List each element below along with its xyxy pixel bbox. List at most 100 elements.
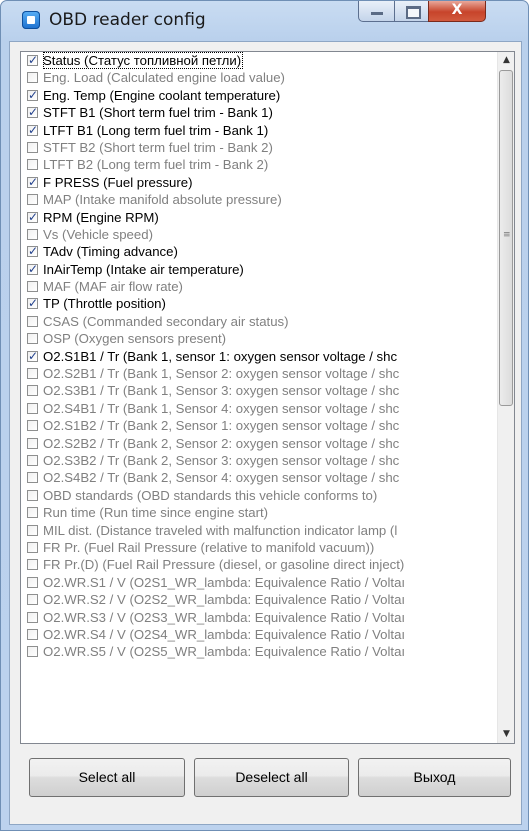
checkbox-unchecked-icon[interactable] — [27, 507, 38, 519]
checklist-item[interactable]: O2.WR.S3 / V (O2S3_WR_lambda: Equivalenc… — [21, 609, 495, 626]
checklist-item[interactable]: OSP (Oxygen sensors present) — [21, 330, 495, 347]
checklist-item[interactable]: O2.S3B2 / Tr (Bank 2, Sensor 3: oxygen s… — [21, 452, 495, 469]
pid-checklist[interactable]: Status (Статус топливной петли)Eng. Load… — [20, 51, 515, 744]
checklist-item[interactable]: O2.WR.S4 / V (O2S4_WR_lambda: Equivalenc… — [21, 626, 495, 643]
checklist-item-label: Vs (Vehicle speed) — [43, 226, 153, 242]
checkbox-unchecked-icon[interactable] — [27, 437, 38, 449]
checkbox-checked-icon[interactable] — [27, 52, 38, 69]
checklist-item[interactable]: Run time (Run time since engine start) — [21, 504, 495, 521]
checklist-item-label: Status (Статус топливной петли) — [43, 52, 244, 70]
checklist-item-label: Eng. Load (Calculated engine load value) — [43, 70, 285, 86]
checkbox-unchecked-icon[interactable] — [27, 559, 38, 571]
checklist-item-label: MAF (MAF air flow rate) — [43, 279, 183, 295]
checklist-item-label: O2.S3B1 / Tr (Bank 1, Sensor 3: oxygen s… — [43, 383, 400, 399]
select-all-button[interactable]: Select all — [29, 758, 185, 797]
checklist-item[interactable]: O2.S1B2 / Tr (Bank 2, Sensor 1: oxygen s… — [21, 417, 495, 434]
checklist-item[interactable]: STFT B1 (Short term fuel trim - Bank 1) — [21, 104, 495, 122]
minimize-icon — [371, 12, 383, 15]
checklist-item[interactable]: LTFT B1 (Long term fuel trim - Bank 1) — [21, 122, 495, 139]
checklist-item[interactable]: MAP (Intake manifold absolute pressure) — [21, 191, 495, 208]
checklist-item[interactable]: Vs (Vehicle speed) — [21, 226, 495, 243]
checklist-item[interactable]: STFT B2 (Short term fuel trim - Bank 2) — [21, 139, 495, 156]
checklist-item[interactable]: CSAS (Commanded secondary air status) — [21, 313, 495, 330]
checkbox-checked-icon[interactable] — [27, 243, 38, 261]
close-button[interactable]: X — [428, 1, 486, 22]
checklist-item[interactable]: O2.S2B2 / Tr (Bank 2, Sensor 2: oxygen s… — [21, 435, 495, 452]
checklist-item[interactable]: MIL dist. (Distance traveled with malfun… — [21, 522, 495, 539]
checkbox-checked-icon[interactable] — [27, 122, 38, 139]
checkbox-unchecked-icon[interactable] — [27, 228, 38, 240]
checklist-item[interactable]: F PRESS (Fuel pressure) — [21, 174, 495, 191]
scroll-down-arrow-icon[interactable]: ▼ — [498, 726, 514, 743]
checklist-item-label: RPM (Engine RPM) — [43, 209, 159, 225]
checkbox-unchecked-icon[interactable] — [27, 315, 38, 327]
checklist-item[interactable]: O2.WR.S2 / V (O2S2_WR_lambda: Equivalenc… — [21, 591, 495, 608]
app-icon[interactable] — [22, 11, 40, 29]
checkbox-checked-icon[interactable] — [27, 261, 38, 278]
checklist-item[interactable]: O2.S3B1 / Tr (Bank 1, Sensor 3: oxygen s… — [21, 382, 495, 399]
checklist-item-label: STFT B2 (Short term fuel trim - Bank 2) — [43, 139, 273, 155]
checkbox-unchecked-icon[interactable] — [27, 489, 38, 501]
checkbox-unchecked-icon[interactable] — [27, 576, 38, 588]
checkbox-unchecked-icon[interactable] — [27, 472, 38, 484]
checkbox-unchecked-icon[interactable] — [27, 159, 38, 171]
close-icon: X — [451, 2, 463, 18]
checkbox-unchecked-icon[interactable] — [27, 72, 38, 84]
checklist-item[interactable]: LTFT B2 (Long term fuel trim - Bank 2) — [21, 156, 495, 173]
checklist-item[interactable]: O2.WR.S5 / V (O2S5_WR_lambda: Equivalenc… — [21, 643, 495, 660]
checklist-item[interactable]: Eng. Temp (Engine coolant temperature) — [21, 87, 495, 104]
exit-button[interactable]: Выход — [358, 758, 511, 797]
checklist-item[interactable]: O2.S2B1 / Tr (Bank 1, Sensor 2: oxygen s… — [21, 365, 495, 382]
checklist-item-label: MIL dist. (Distance traveled with malfun… — [43, 522, 398, 538]
vertical-scrollbar[interactable]: ▲ ≡ ▼ — [497, 52, 514, 743]
checkbox-checked-icon[interactable] — [27, 209, 38, 226]
checklist-item[interactable]: MAF (MAF air flow rate) — [21, 278, 495, 295]
checkbox-unchecked-icon[interactable] — [27, 194, 38, 206]
checkbox-unchecked-icon[interactable] — [27, 541, 38, 553]
checkbox-unchecked-icon[interactable] — [27, 368, 38, 380]
checkbox-unchecked-icon[interactable] — [27, 420, 38, 432]
checklist-item[interactable]: TAdv (Timing advance) — [21, 243, 495, 261]
checkbox-unchecked-icon[interactable] — [27, 611, 38, 623]
checklist-item-label: CSAS (Commanded secondary air status) — [43, 313, 289, 329]
minimize-button[interactable] — [358, 1, 395, 22]
checkbox-unchecked-icon[interactable] — [27, 594, 38, 606]
checkbox-checked-icon[interactable] — [27, 348, 38, 365]
checkbox-unchecked-icon[interactable] — [27, 385, 38, 397]
checklist-item[interactable]: OBD standards (OBD standards this vehicl… — [21, 487, 495, 504]
checkbox-unchecked-icon[interactable] — [27, 281, 38, 293]
checklist-item-label: MAP (Intake manifold absolute pressure) — [43, 192, 282, 208]
checklist-item[interactable]: Eng. Load (Calculated engine load value) — [21, 69, 495, 86]
checkbox-unchecked-icon[interactable] — [27, 333, 38, 345]
checkbox-checked-icon[interactable] — [27, 104, 38, 122]
checkbox-unchecked-icon[interactable] — [27, 628, 38, 640]
checkbox-unchecked-icon[interactable] — [27, 646, 38, 658]
checklist-item[interactable]: Status (Статус топливной петли) — [21, 52, 495, 70]
checklist-item-label: InAirTemp (Intake air temperature) — [43, 261, 244, 277]
checklist-item[interactable]: O2.S4B1 / Tr (Bank 1, Sensor 4: oxygen s… — [21, 400, 495, 417]
checklist-item[interactable]: FR Pr. (Fuel Rail Pressure (relative to … — [21, 539, 495, 556]
checklist-item[interactable]: O2.S1B1 / Tr (Bank 1, sensor 1: oxygen s… — [21, 348, 495, 365]
checkbox-unchecked-icon[interactable] — [27, 454, 38, 466]
checkbox-unchecked-icon[interactable] — [27, 524, 38, 536]
checkbox-checked-icon[interactable] — [27, 174, 38, 191]
checklist-item[interactable]: O2.WR.S1 / V (O2S1_WR_lambda: Equivalenc… — [21, 574, 495, 591]
deselect-all-button[interactable]: Deselect all — [194, 758, 349, 797]
dialog-client-area: Status (Статус топливной петли)Eng. Load… — [9, 41, 522, 825]
checkbox-checked-icon[interactable] — [27, 87, 38, 104]
checklist-item[interactable]: TP (Throttle position) — [21, 295, 495, 313]
checklist-item-label: O2.WR.S1 / V (O2S1_WR_lambda: Equivalenc… — [43, 574, 406, 590]
maximize-button[interactable] — [394, 1, 429, 22]
checkbox-unchecked-icon[interactable] — [27, 141, 38, 153]
checkbox-checked-icon[interactable] — [27, 295, 38, 313]
checklist-item-label: O2.S4B1 / Tr (Bank 1, Sensor 4: oxygen s… — [43, 400, 400, 416]
checklist-item[interactable]: O2.S4B2 / Tr (Bank 2, Sensor 4: oxygen s… — [21, 469, 495, 486]
scroll-up-arrow-icon[interactable]: ▲ — [498, 52, 514, 69]
checkbox-unchecked-icon[interactable] — [27, 402, 38, 414]
checklist-item[interactable]: InAirTemp (Intake air temperature) — [21, 261, 495, 278]
checklist-item[interactable]: FR Pr.(D) (Fuel Rail Pressure (diesel, o… — [21, 556, 495, 573]
checklist-item[interactable]: RPM (Engine RPM) — [21, 209, 495, 226]
title-bar[interactable]: OBD reader config X — [1, 1, 528, 41]
window-title: OBD reader config — [49, 10, 206, 30]
scrollbar-thumb[interactable]: ≡ — [499, 70, 513, 406]
